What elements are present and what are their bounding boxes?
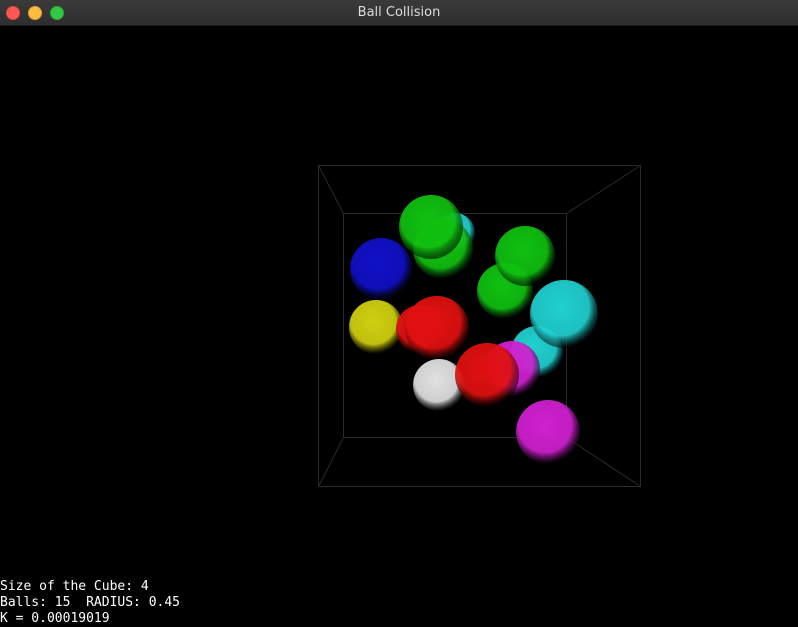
ball-green xyxy=(399,195,463,259)
ball-red xyxy=(405,296,469,360)
balls-group xyxy=(349,195,598,464)
cube-edge-bottom-left xyxy=(318,437,344,487)
app-window: Ball Collision Size of the Cube: 4 Balls:… xyxy=(0,0,798,627)
cube-edge-top-right xyxy=(566,165,641,214)
hud-cube-size: Size of the Cube: 4 xyxy=(0,579,149,594)
ball-red xyxy=(455,343,519,407)
window-title: Ball Collision xyxy=(357,5,441,20)
ball-yellow xyxy=(349,300,403,354)
ball-magenta xyxy=(516,400,580,464)
scene-canvas xyxy=(318,165,641,487)
ball-blue xyxy=(350,238,412,300)
gl-viewport[interactable]: Size of the Cube: 4 Balls: 15 RADIUS: 0.4… xyxy=(0,26,798,627)
ball-cyan xyxy=(530,280,598,348)
hud-overlay: Size of the Cube: 4 Balls: 15 RADIUS: 0.4… xyxy=(0,579,180,627)
ball-green xyxy=(495,226,555,286)
cube-edge-bottom-right xyxy=(566,437,641,487)
hud-k-value: K = 0.00019019 xyxy=(0,611,110,626)
title-bar[interactable]: Ball Collision xyxy=(0,0,798,26)
cube-edge-top-left xyxy=(318,165,344,214)
hud-balls-radius: Balls: 15 RADIUS: 0.45 xyxy=(0,595,181,610)
